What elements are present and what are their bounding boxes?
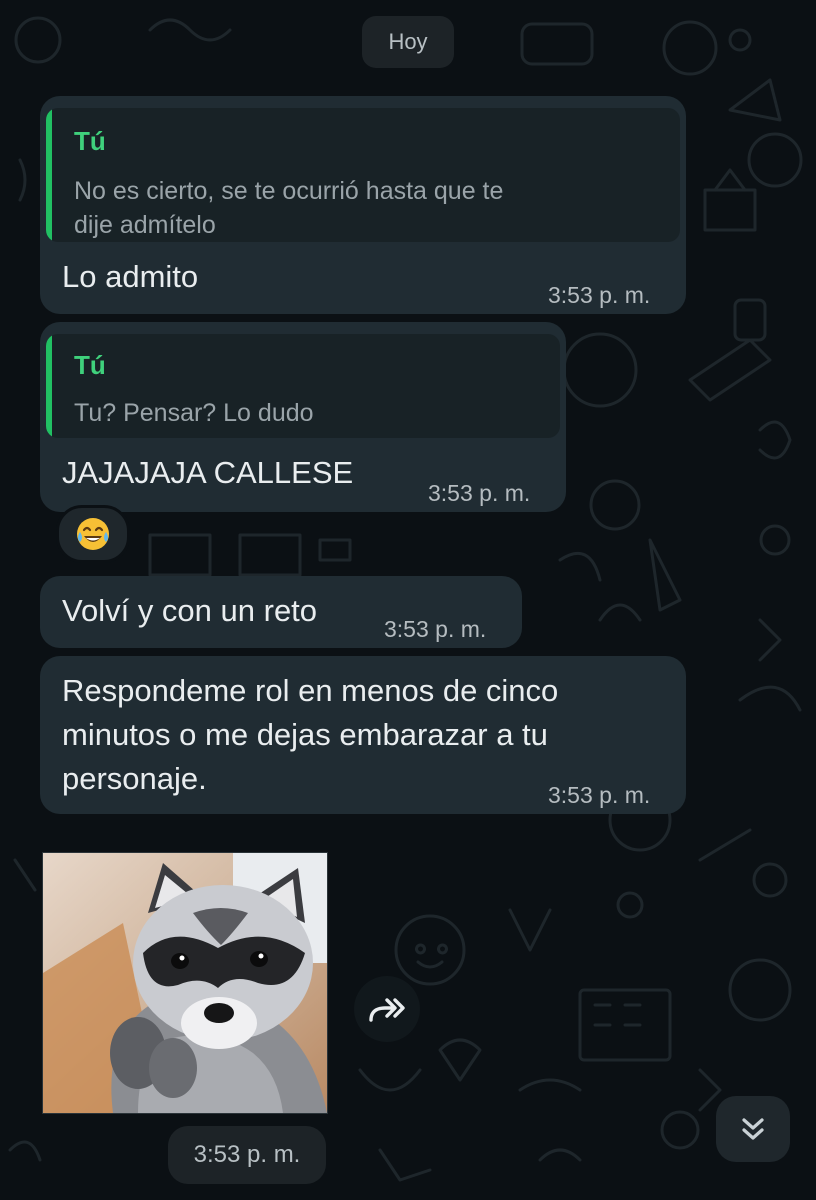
quote-text-line: dije admítelo (74, 211, 216, 239)
message-text: Lo admito (62, 259, 199, 294)
message-text: JAJAJAJA CALLESE (62, 455, 354, 490)
quoted-reply[interactable]: Tú Tu? Pensar? Lo dudo (46, 334, 560, 438)
message-bubble-3[interactable]: Volví y con un reto 3:53 p. m. (40, 576, 522, 648)
message-time: 3:53 p. m. (384, 616, 487, 642)
message-bubble-4[interactable]: Respondeme rol en menos de cinco minutos… (40, 656, 686, 814)
double-chevron-down-icon (742, 1118, 764, 1140)
reaction-badge[interactable] (56, 505, 130, 563)
message-text-line: personaje. (62, 761, 207, 796)
quote-accent-bar (46, 334, 52, 438)
message-bubble-2[interactable]: Tú Tu? Pensar? Lo dudo JAJAJAJA CALLESE … (40, 322, 566, 512)
sticker-time-chip: 3:53 p. m. (168, 1126, 326, 1184)
message-text-line: minutos o me dejas embarazar a tu (62, 717, 548, 752)
forward-button[interactable] (354, 976, 420, 1042)
quote-accent-bar (46, 108, 52, 242)
sticker-time: 3:53 p. m. (193, 1141, 301, 1168)
date-label: Hoy (388, 29, 428, 54)
quote-author: Tú (74, 350, 106, 380)
quote-text-line: No es cierto, se te ocurrió hasta que te (74, 177, 504, 205)
quoted-reply[interactable]: Tú No es cierto, se te ocurrió hasta que… (46, 108, 680, 242)
raccoon-sticker[interactable] (42, 852, 328, 1114)
message-time: 3:53 p. m. (548, 782, 651, 808)
date-chip: Hoy (362, 16, 454, 68)
raccoon-image (43, 853, 327, 1113)
quote-author: Tú (74, 126, 106, 156)
message-text-line: Respondeme rol en menos de cinco (62, 673, 559, 708)
message-time: 3:53 p. m. (428, 480, 531, 506)
message-time: 3:53 p. m. (548, 282, 651, 308)
scroll-to-bottom-button[interactable] (716, 1096, 790, 1162)
message-bubble-1[interactable]: Tú No es cierto, se te ocurrió hasta que… (40, 96, 686, 314)
laughing-tears-emoji-icon (77, 518, 109, 550)
quote-text-line: Tu? Pensar? Lo dudo (74, 399, 314, 427)
message-text: Volví y con un reto (62, 593, 318, 628)
forward-icon (369, 998, 405, 1022)
